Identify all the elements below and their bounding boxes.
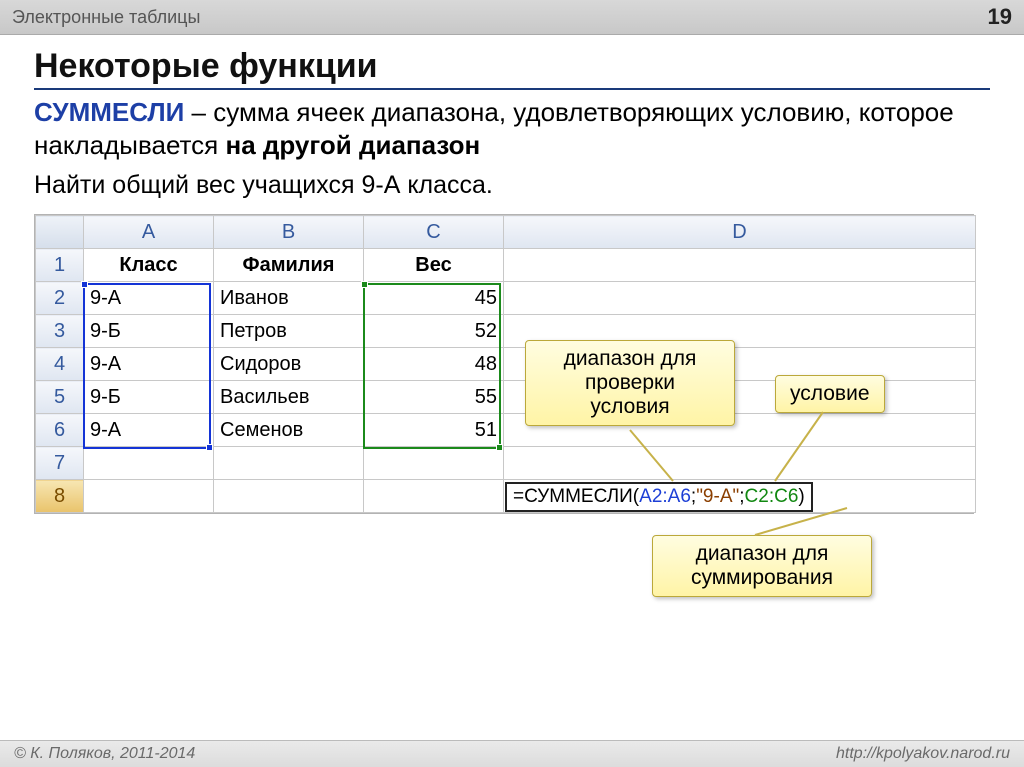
footer-url: http://kpolyakov.narod.ru bbox=[836, 745, 1010, 763]
slide-header: Электронные таблицы 19 bbox=[0, 0, 1024, 35]
cell[interactable]: Класс bbox=[84, 249, 214, 282]
cell[interactable]: 9-Б bbox=[84, 315, 214, 348]
cell[interactable] bbox=[364, 447, 504, 480]
subject-label: Электронные таблицы bbox=[12, 7, 200, 28]
select-all-corner[interactable] bbox=[36, 216, 84, 249]
slide-title: Некоторые функции bbox=[34, 47, 990, 90]
cell[interactable] bbox=[214, 447, 364, 480]
cell[interactable] bbox=[504, 282, 976, 315]
intro-paragraph: СУММЕСЛИ – сумма ячеек диапазона, удовле… bbox=[34, 96, 990, 161]
row-header[interactable]: 4 bbox=[36, 348, 84, 381]
callout-text: диапазон для проверки условия bbox=[564, 347, 697, 418]
callout-condition: условие bbox=[775, 375, 885, 413]
slide-footer: © К. Поляков, 2011-2014 http://kpolyakov… bbox=[0, 740, 1024, 767]
cell[interactable] bbox=[84, 447, 214, 480]
cell[interactable]: Сидоров bbox=[214, 348, 364, 381]
formula-arg3: C2:C6 bbox=[745, 486, 799, 507]
table-row: 2 9-А Иванов 45 bbox=[36, 282, 976, 315]
cell[interactable]: 9-А bbox=[84, 414, 214, 447]
formula-arg2: "9-А" bbox=[696, 486, 739, 507]
row-header[interactable]: 8 bbox=[36, 480, 84, 513]
cell[interactable]: Васильев bbox=[214, 381, 364, 414]
intro-bold: на другой диапазон bbox=[225, 130, 480, 160]
column-header-row: A B C D bbox=[36, 216, 976, 249]
cell[interactable]: 48 bbox=[364, 348, 504, 381]
formula-suffix: ) bbox=[798, 486, 804, 507]
cell[interactable]: Семенов bbox=[214, 414, 364, 447]
cell[interactable]: 51 bbox=[364, 414, 504, 447]
cell[interactable]: 45 bbox=[364, 282, 504, 315]
function-name: СУММЕСЛИ bbox=[34, 97, 184, 127]
cell[interactable] bbox=[504, 249, 976, 282]
cell[interactable]: 52 bbox=[364, 315, 504, 348]
cell[interactable]: Петров bbox=[214, 315, 364, 348]
cell[interactable]: 55 bbox=[364, 381, 504, 414]
footer-copyright: © К. Поляков, 2011-2014 bbox=[14, 745, 195, 763]
row-header[interactable]: 1 bbox=[36, 249, 84, 282]
formula-prefix: =СУММЕСЛИ( bbox=[513, 486, 639, 507]
callout-range-check: диапазон для проверки условия bbox=[525, 340, 735, 426]
task-text: Найти общий вес учащихся 9-А класса. bbox=[34, 171, 990, 200]
row-header[interactable]: 2 bbox=[36, 282, 84, 315]
col-header-b[interactable]: B bbox=[214, 216, 364, 249]
col-header-a[interactable]: A bbox=[84, 216, 214, 249]
col-header-c[interactable]: C bbox=[364, 216, 504, 249]
table-row: 3 9-Б Петров 52 bbox=[36, 315, 976, 348]
slide-content: Некоторые функции СУММЕСЛИ – сумма ячеек… bbox=[0, 35, 1024, 522]
callout-range-sum: диапазон для суммирования bbox=[652, 535, 872, 597]
formula-arg1: A2:A6 bbox=[639, 486, 691, 507]
sheet-table: A B C D 1 Класс Фамилия Вес 2 9-А Иванов… bbox=[35, 215, 976, 513]
table-row: 7 bbox=[36, 447, 976, 480]
formula-cell[interactable]: =СУММЕСЛИ(A2:A6;"9-А";C2:C6) bbox=[505, 482, 813, 512]
cell[interactable]: 9-А bbox=[84, 282, 214, 315]
cell[interactable]: Иванов bbox=[214, 282, 364, 315]
callout-text: диапазон для суммирования bbox=[691, 542, 833, 589]
row-header[interactable]: 7 bbox=[36, 447, 84, 480]
cell[interactable]: Фамилия bbox=[214, 249, 364, 282]
table-row: 1 Класс Фамилия Вес bbox=[36, 249, 976, 282]
cell[interactable]: 9-Б bbox=[84, 381, 214, 414]
col-header-d[interactable]: D bbox=[504, 216, 976, 249]
page-number: 19 bbox=[988, 4, 1012, 30]
spreadsheet: A B C D 1 Класс Фамилия Вес 2 9-А Иванов… bbox=[34, 214, 974, 514]
cell[interactable]: 9-А bbox=[84, 348, 214, 381]
row-header[interactable]: 5 bbox=[36, 381, 84, 414]
cell[interactable] bbox=[214, 480, 364, 513]
row-header[interactable]: 3 bbox=[36, 315, 84, 348]
cell[interactable] bbox=[504, 447, 976, 480]
table-row: 6 9-А Семенов 51 bbox=[36, 414, 976, 447]
callout-text: условие bbox=[790, 382, 870, 405]
cell[interactable]: Вес bbox=[364, 249, 504, 282]
cell[interactable] bbox=[364, 480, 504, 513]
cell[interactable] bbox=[84, 480, 214, 513]
row-header[interactable]: 6 bbox=[36, 414, 84, 447]
